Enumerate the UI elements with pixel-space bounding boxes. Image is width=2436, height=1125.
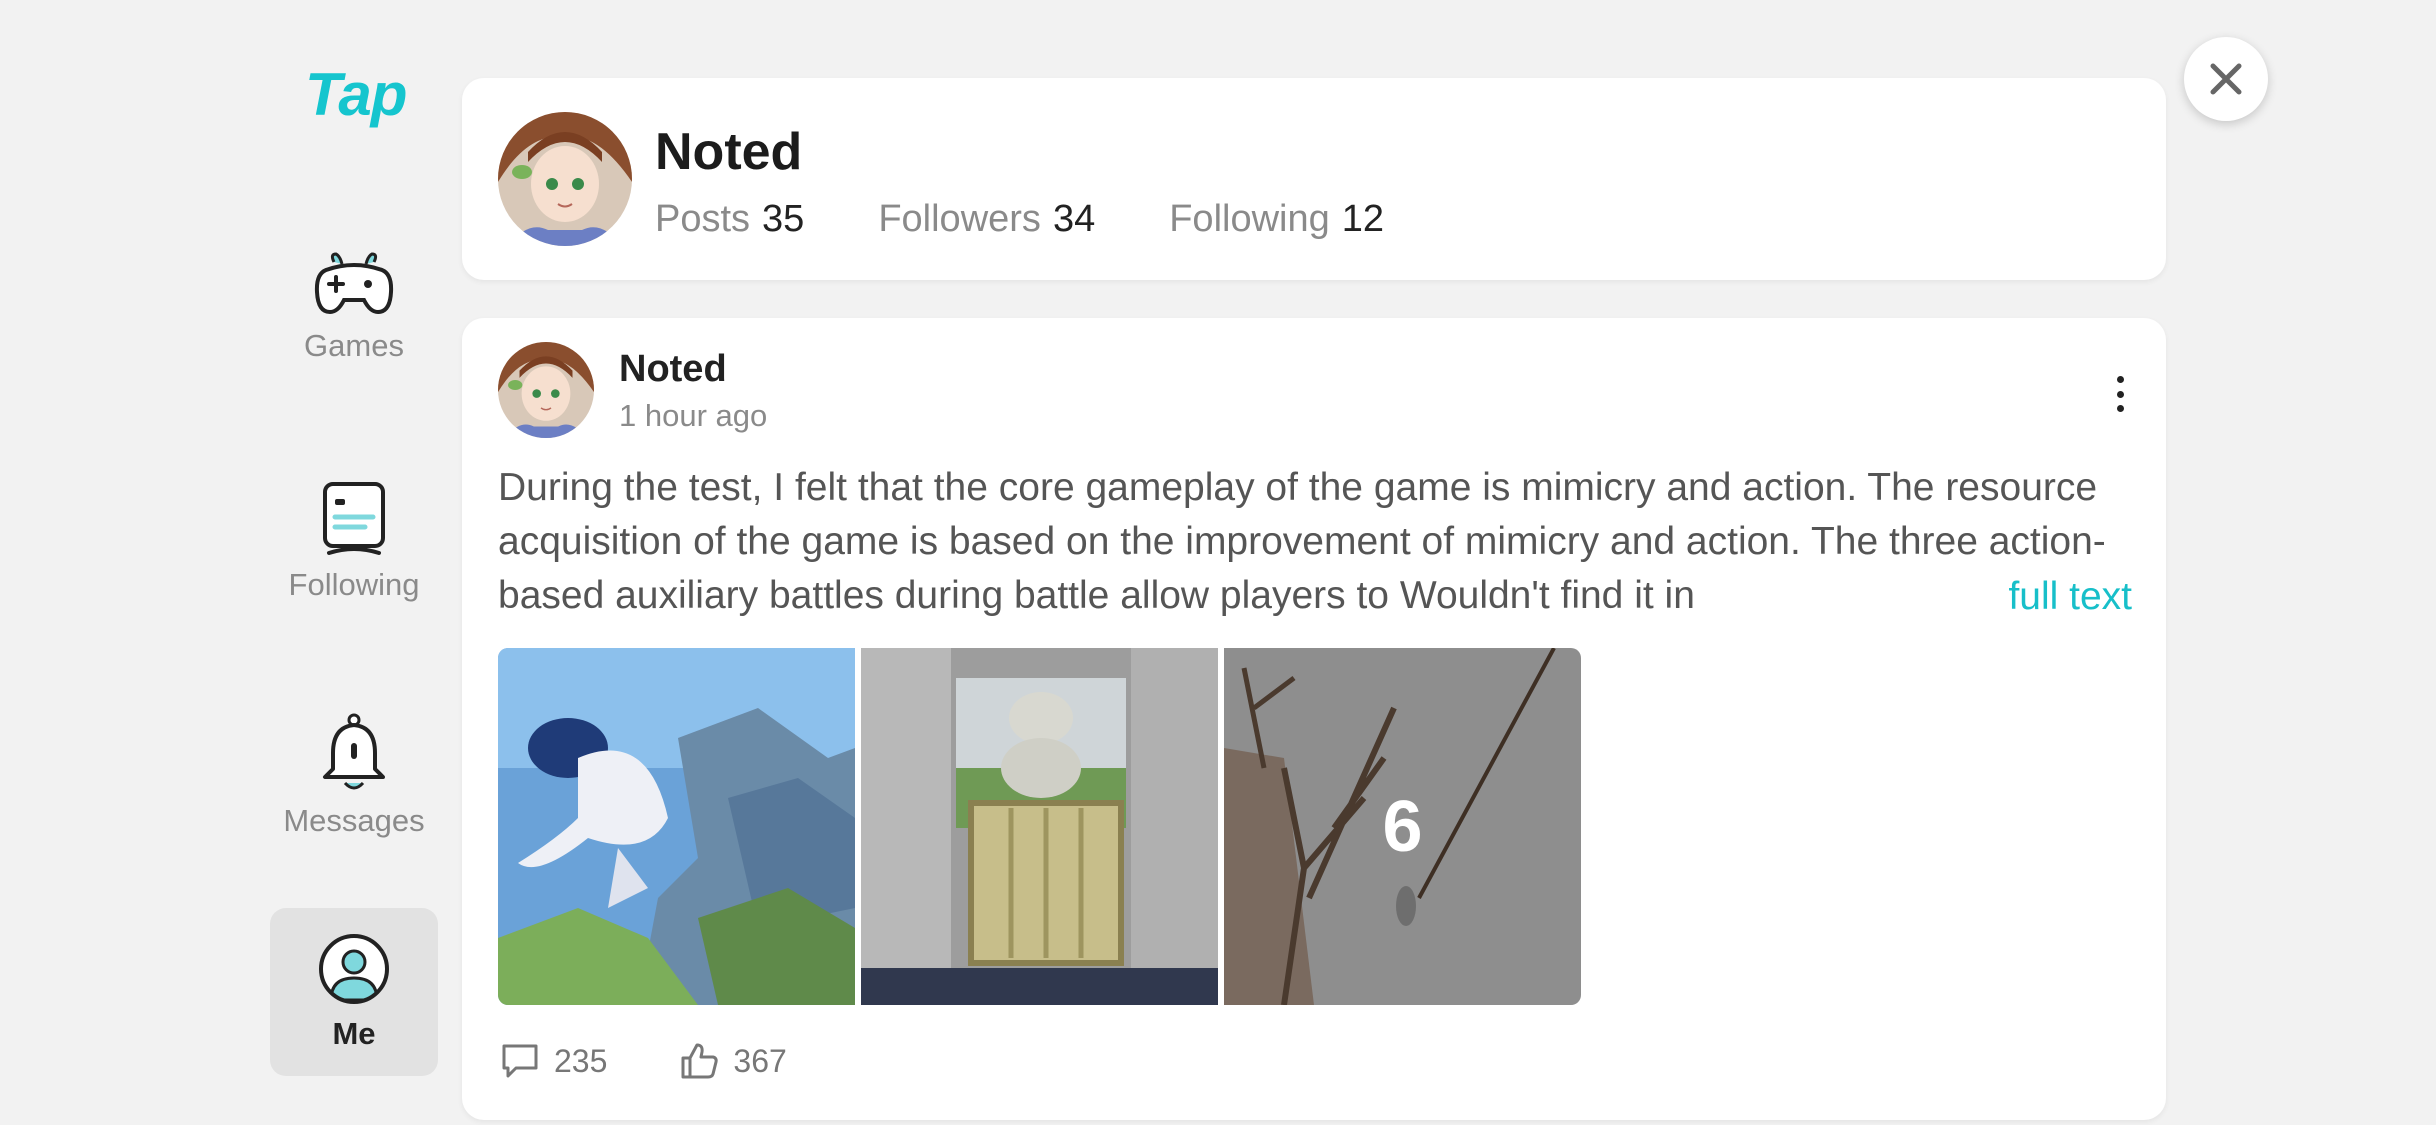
full-text-link[interactable]: full text xyxy=(2006,570,2132,624)
post-author[interactable]: Noted xyxy=(619,348,727,391)
profile-name: Noted xyxy=(655,123,803,181)
sidebar-item-label: Me xyxy=(332,1016,376,1051)
profile-avatar[interactable] xyxy=(498,112,632,246)
posts-label: Posts xyxy=(655,198,751,240)
post-images: 6 xyxy=(498,648,1581,1005)
author-avatar[interactable] xyxy=(498,342,594,438)
following-label: Following xyxy=(1169,198,1330,240)
following-stat[interactable]: Following 12 xyxy=(1169,198,1384,241)
post-image-3[interactable]: 6 xyxy=(1224,648,1581,1005)
user-icon xyxy=(317,932,391,1006)
tap-logo[interactable]: Tap xyxy=(305,60,407,129)
like-button[interactable]: 367 xyxy=(679,1042,787,1080)
comment-count: 235 xyxy=(554,1042,608,1079)
sidebar-item-label: Following xyxy=(288,567,420,602)
post-timestamp: 1 hour ago xyxy=(619,398,768,433)
sidebar-item-me[interactable]: Me xyxy=(270,908,438,1076)
followers-stat[interactable]: Followers 34 xyxy=(878,198,1095,241)
close-button[interactable] xyxy=(2184,37,2268,121)
bell-icon xyxy=(321,713,387,793)
sidebar-item-following[interactable]: Following xyxy=(270,458,438,626)
following-count: 12 xyxy=(1341,198,1385,240)
like-count: 367 xyxy=(733,1042,787,1079)
post-actions: 235 367 xyxy=(500,1042,859,1080)
sidebar-item-label: Messages xyxy=(283,803,425,838)
gamepad-icon xyxy=(314,252,394,318)
followers-label: Followers xyxy=(878,198,1041,240)
post-image-1[interactable] xyxy=(498,648,855,1005)
comment-icon xyxy=(502,1044,538,1078)
more-dots-icon xyxy=(2116,376,2124,383)
close-icon xyxy=(2210,63,2242,95)
posts-count: 35 xyxy=(762,198,805,240)
profile-stats: Posts 35 Followers 34 Following 12 xyxy=(655,198,1458,241)
post-image-2[interactable] xyxy=(861,648,1218,1005)
sidebar-item-messages[interactable]: Messages xyxy=(270,692,438,860)
thumbs-up-icon xyxy=(681,1043,719,1079)
more-images-count: 6 xyxy=(1382,786,1423,867)
post-card[interactable]: Noted 1 hour ago During the test, I felt… xyxy=(462,318,2166,1120)
sidebar-item-label: Games xyxy=(304,328,404,363)
more-options-button[interactable] xyxy=(2110,376,2130,412)
profile-card: Noted Posts 35 Followers 34 Following 12 xyxy=(462,78,2166,280)
sidebar-item-games[interactable]: Games xyxy=(270,224,438,392)
followers-count: 34 xyxy=(1052,198,1096,240)
document-icon xyxy=(321,481,387,557)
comment-button[interactable]: 235 xyxy=(500,1042,607,1080)
post-body: During the test, I felt that the core ga… xyxy=(498,466,2106,617)
posts-stat[interactable]: Posts 35 xyxy=(655,198,804,241)
